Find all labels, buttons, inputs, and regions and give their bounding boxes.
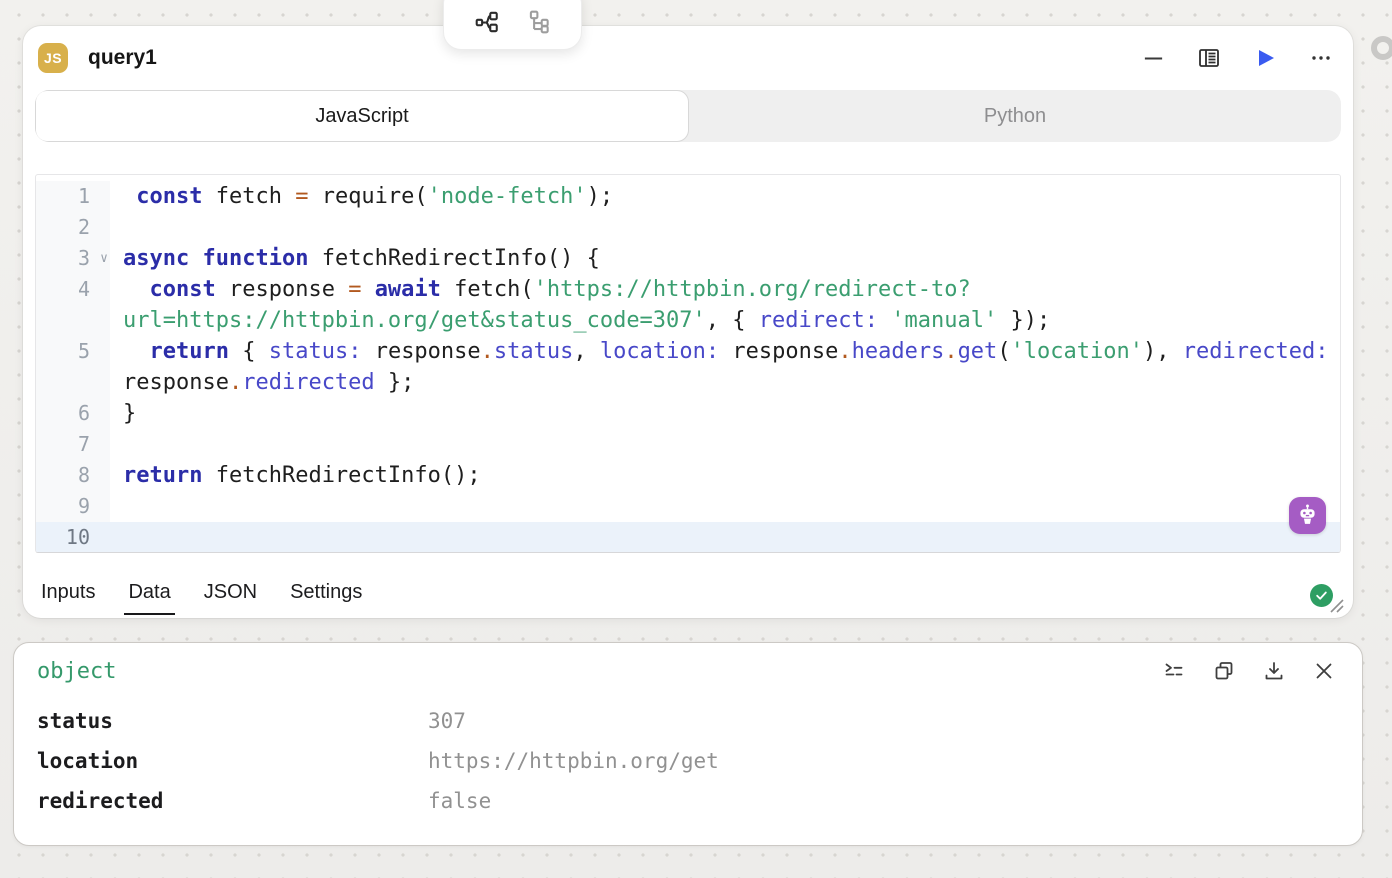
code-text: url=https://httpbin.org/get&status_code=… bbox=[110, 305, 1050, 336]
line-number: 10 bbox=[36, 522, 110, 553]
tab-settings[interactable]: Settings bbox=[286, 575, 366, 615]
fold-chevron-icon[interactable]: ∨ bbox=[100, 243, 108, 274]
code-editor[interactable]: 1 const fetch = require('node-fetch');23… bbox=[35, 174, 1341, 553]
tab-inputs[interactable]: Inputs bbox=[37, 575, 99, 615]
code-text: return fetchRedirectInfo(); bbox=[110, 460, 481, 491]
line-number: 8 bbox=[36, 460, 110, 491]
code-text bbox=[110, 429, 123, 460]
code-text: const fetch = require('node-fetch'); bbox=[110, 181, 613, 212]
line-number: 5 bbox=[36, 336, 110, 367]
output-header: object bbox=[14, 643, 1362, 699]
line-number: 9 bbox=[36, 491, 110, 522]
query-title: query1 bbox=[88, 46, 157, 70]
query-card: JS query1 JavaScriptPython bbox=[23, 26, 1353, 618]
output-actions bbox=[1162, 659, 1336, 683]
tree-icon[interactable] bbox=[526, 9, 552, 35]
code-text: response.redirected }; bbox=[110, 367, 414, 398]
code-line[interactable]: 7 bbox=[36, 429, 1340, 460]
bottom-tab-bar: Inputs Data JSON Settings bbox=[23, 572, 1353, 618]
code-text: } bbox=[110, 398, 136, 429]
code-text: const response = await fetch('https://ht… bbox=[110, 274, 971, 305]
output-key: redirected bbox=[14, 789, 428, 813]
minimize-icon[interactable] bbox=[1141, 46, 1165, 70]
output-value: https://httpbin.org/get bbox=[428, 749, 719, 773]
code-line[interactable]: 5 return { status: response.status, loca… bbox=[36, 336, 1340, 367]
canvas-node-handle[interactable] bbox=[1371, 36, 1392, 60]
node-toolbar bbox=[443, 0, 582, 50]
line-number: 4 bbox=[36, 274, 110, 305]
copy-icon[interactable] bbox=[1212, 659, 1236, 683]
ai-assistant-button[interactable] bbox=[1289, 497, 1326, 534]
code-text bbox=[110, 212, 123, 243]
language-tab-python[interactable]: Python bbox=[689, 90, 1341, 142]
code-text bbox=[110, 491, 123, 522]
code-text bbox=[110, 522, 123, 553]
download-icon[interactable] bbox=[1262, 659, 1286, 683]
resize-handle[interactable] bbox=[1327, 596, 1347, 614]
expand-icon[interactable] bbox=[1162, 659, 1186, 683]
code-text: async function fetchRedirectInfo() { bbox=[110, 243, 600, 274]
output-rows: status307locationhttps://httpbin.org/get… bbox=[14, 699, 1362, 823]
output-row: redirectedfalse bbox=[14, 781, 1362, 821]
workflow-icon[interactable] bbox=[474, 9, 500, 35]
line-number bbox=[36, 367, 110, 398]
output-row: locationhttps://httpbin.org/get bbox=[14, 741, 1362, 781]
js-badge: JS bbox=[38, 43, 68, 73]
line-number bbox=[36, 305, 110, 336]
language-tabs: JavaScriptPython bbox=[35, 90, 1341, 142]
tab-json[interactable]: JSON bbox=[200, 575, 261, 615]
more-options-icon[interactable] bbox=[1309, 46, 1333, 70]
code-line[interactable]: url=https://httpbin.org/get&status_code=… bbox=[36, 305, 1340, 336]
code-text: return { status: response.status, locati… bbox=[110, 336, 1328, 367]
line-number: 1 bbox=[36, 181, 110, 212]
output-panel: object bbox=[13, 642, 1363, 846]
tab-data[interactable]: Data bbox=[124, 575, 174, 615]
robot-icon bbox=[1295, 503, 1320, 528]
output-value: 307 bbox=[428, 709, 466, 733]
output-type-label: object bbox=[37, 659, 116, 684]
code-line[interactable]: 3∨async function fetchRedirectInfo() { bbox=[36, 243, 1340, 274]
line-number: 7 bbox=[36, 429, 110, 460]
language-tab-javascript[interactable]: JavaScript bbox=[35, 90, 689, 142]
line-number: 6 bbox=[36, 398, 110, 429]
output-row: status307 bbox=[14, 701, 1362, 741]
line-number: 3∨ bbox=[36, 243, 110, 274]
card-header: JS query1 bbox=[23, 26, 1353, 90]
output-key: status bbox=[14, 709, 428, 733]
code-line[interactable]: 1 const fetch = require('node-fetch'); bbox=[36, 181, 1340, 212]
output-value: false bbox=[428, 789, 491, 813]
code-line[interactable]: 9 bbox=[36, 491, 1340, 522]
code-line[interactable]: 8return fetchRedirectInfo(); bbox=[36, 460, 1340, 491]
code-line[interactable]: 10 bbox=[36, 522, 1340, 553]
output-key: location bbox=[14, 749, 428, 773]
code-line[interactable]: response.redirected }; bbox=[36, 367, 1340, 398]
close-icon[interactable] bbox=[1312, 659, 1336, 683]
code-line[interactable]: 6} bbox=[36, 398, 1340, 429]
panel-layout-icon[interactable] bbox=[1197, 46, 1221, 70]
code-lines: 1 const fetch = require('node-fetch');23… bbox=[36, 175, 1340, 553]
code-line[interactable]: 4 const response = await fetch('https://… bbox=[36, 274, 1340, 305]
run-icon[interactable] bbox=[1253, 46, 1277, 70]
line-number: 2 bbox=[36, 212, 110, 243]
window-actions bbox=[1141, 46, 1333, 70]
code-line[interactable]: 2 bbox=[36, 212, 1340, 243]
